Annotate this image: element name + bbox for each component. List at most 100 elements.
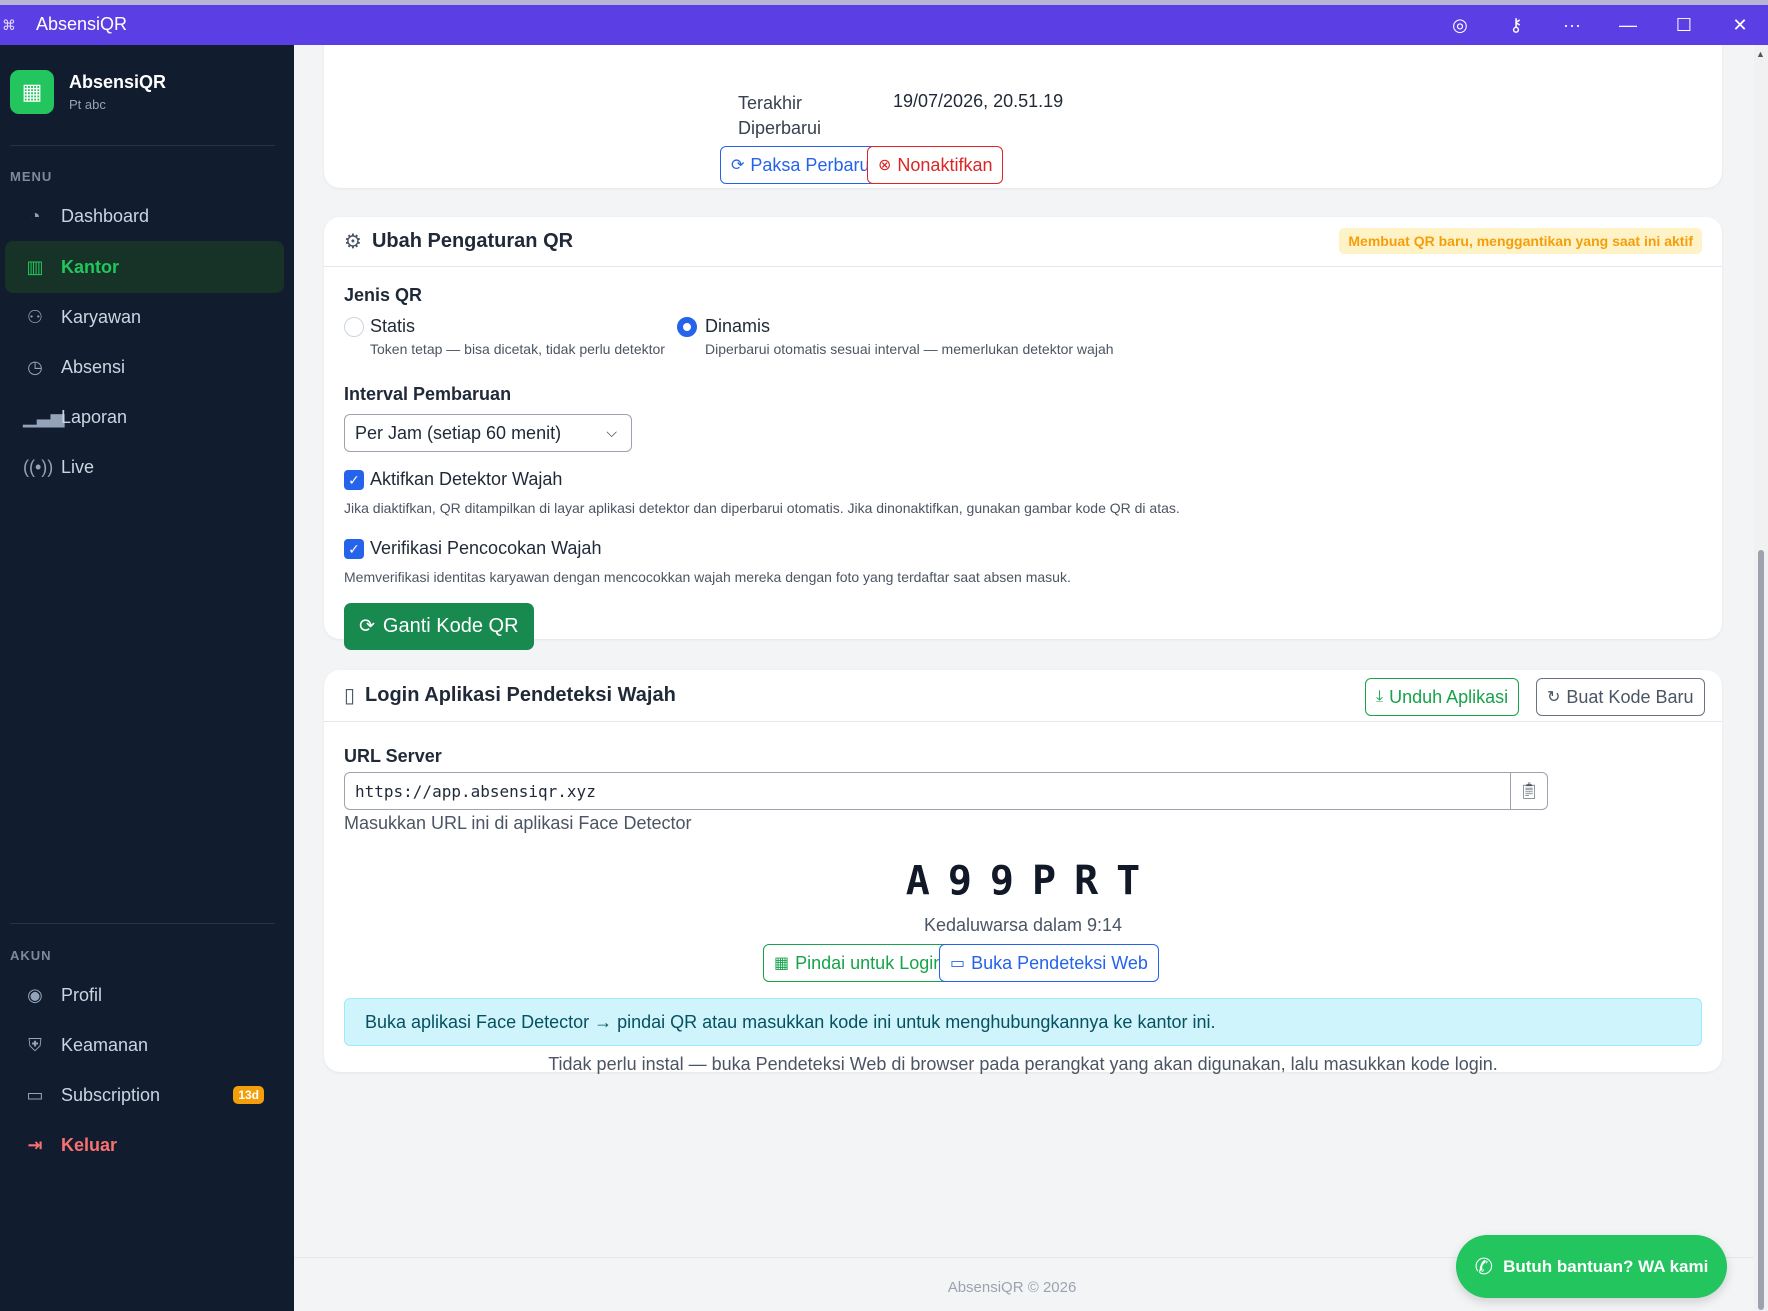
broadcast-icon: ((•)) xyxy=(23,456,54,477)
window-title: AbsensiQR xyxy=(36,14,128,34)
brand-name: AbsensiQR xyxy=(69,72,167,92)
sidebar-item-absensi[interactable]: ◷ Absensi xyxy=(5,341,284,393)
sidebar-item-kantor[interactable]: ▥ Kantor xyxy=(5,241,284,293)
brand: ▦ AbsensiQR Pt abc xyxy=(10,70,166,114)
url-server-input[interactable]: https://app.absensiqr.xyz xyxy=(344,772,1511,810)
detector-login-header: ▯ Login Aplikasi Pendeteksi Wajah ⤓ Undu… xyxy=(324,670,1722,722)
logout-icon: ⇥ xyxy=(27,1134,43,1155)
sidebar-item-label: Keamanan xyxy=(61,1034,149,1055)
sidebar-divider xyxy=(10,923,275,924)
sidebar-item-label: Laporan xyxy=(61,406,128,427)
app-logo-icon: ⌘ xyxy=(2,17,16,33)
maximize-icon[interactable]: ☐ xyxy=(1656,15,1712,36)
qr-settings-card: ⚙ Ubah Pengaturan QR Membuat QR baru, me… xyxy=(324,217,1722,650)
refresh-icon: ⟳ xyxy=(359,616,375,637)
change-qr-button[interactable]: ⟳ Ganti Kode QR xyxy=(344,603,534,650)
sidebar-item-keamanan[interactable]: ⛨ Keamanan xyxy=(5,1019,284,1071)
more-icon[interactable]: ··· xyxy=(1544,15,1600,36)
key-icon[interactable]: ⚷ xyxy=(1488,15,1544,36)
download-icon: ⤓ xyxy=(1376,688,1384,705)
clipboard-icon: 📋︎ xyxy=(1518,783,1540,800)
interval-label: Interval Pembaruan xyxy=(344,384,512,404)
copy-url-button[interactable]: 📋︎ xyxy=(1510,772,1548,810)
gauge-icon: ◔ xyxy=(29,205,41,226)
qr-type-dynamic-desc: Diperbarui otomatis sesuai interval — me… xyxy=(705,341,1114,357)
deactivate-button[interactable]: ⊗ Nonaktifkan xyxy=(867,146,1004,184)
menu-section-label: MENU xyxy=(10,169,53,184)
qr-code-icon: ▦ xyxy=(774,955,790,972)
whatsapp-icon: ✆ xyxy=(1474,1253,1494,1279)
sidebar-item-label: Karyawan xyxy=(61,306,142,327)
qr-settings-header: ⚙ Ubah Pengaturan QR Membuat QR baru, me… xyxy=(324,217,1722,267)
credit-card-icon: ▭ xyxy=(26,1084,44,1105)
close-icon[interactable]: ✕ xyxy=(1712,15,1768,36)
qr-logo-icon: ▦ xyxy=(10,70,54,114)
scroll-up-arrow-icon[interactable]: ▲ xyxy=(1756,49,1765,59)
sidebar-item-profil[interactable]: ◉ Profil xyxy=(5,969,284,1021)
detector-login-title: Login Aplikasi Pendeteksi Wajah xyxy=(365,684,676,706)
open-web-detector-button[interactable]: ▭ Buka Pendeteksi Web xyxy=(939,944,1159,982)
x-circle-icon: ⊗ xyxy=(878,157,892,174)
scrollbar-thumb[interactable] xyxy=(1758,550,1764,1310)
refresh-icon: ⟳ xyxy=(731,157,745,174)
building-icon: ▥ xyxy=(26,256,44,277)
login-code-expiry: Kedaluwarsa dalam 9:14 xyxy=(923,915,1123,935)
bar-chart-icon: ▁▃▅ xyxy=(23,406,65,427)
location-icon[interactable]: ◎ xyxy=(1432,15,1488,36)
scan-login-button[interactable]: ▦ Pindai untuk Login xyxy=(763,944,955,982)
face-detector-desc: Jika diaktifkan, QR ditampilkan di layar… xyxy=(344,500,1180,516)
minimize-icon[interactable]: — xyxy=(1600,15,1656,36)
qr-type-static-desc: Token tetap — bisa dicetak, tidak perlu … xyxy=(370,341,665,357)
gear-icon: ⚙ xyxy=(344,231,362,253)
face-match-desc: Memverifikasi identitas karyawan dengan … xyxy=(344,569,1071,585)
login-code: A99PRT xyxy=(905,858,1159,904)
window-titlebar: ⌘ AbsensiQR ◎ ⚷ ··· — ☐ ✕ xyxy=(0,0,1768,45)
detector-login-card: ▯ Login Aplikasi Pendeteksi Wajah ⤓ Undu… xyxy=(324,670,1722,1074)
main-scrollbar[interactable]: ▲ xyxy=(1754,45,1768,1311)
sidebar: ▦ AbsensiQR Pt abc MENU ◔ Dashboard ▥ Ka… xyxy=(0,45,294,1311)
sidebar-item-subscription[interactable]: ▭ Subscription 13d xyxy=(5,1069,284,1121)
force-refresh-button[interactable]: ⟳ Paksa Perbarui xyxy=(720,146,885,184)
shield-icon: ⛨ xyxy=(28,1034,42,1055)
whatsapp-help-button[interactable]: ✆ Butuh bantuan? WA kami xyxy=(1456,1235,1727,1298)
sidebar-divider xyxy=(10,145,275,146)
sidebar-item-dashboard[interactable]: ◔ Dashboard xyxy=(5,190,284,242)
sidebar-item-label: Dashboard xyxy=(61,205,150,226)
web-detector-note: Tidak perlu instal — buka Pendeteksi Web… xyxy=(548,1054,1498,1074)
sidebar-item-label: Kantor xyxy=(61,256,119,277)
new-code-button[interactable]: ↻ Buat Kode Baru xyxy=(1536,678,1705,716)
brand-company: Pt abc xyxy=(69,97,106,112)
sidebar-item-label: Subscription xyxy=(61,1084,161,1105)
download-app-button[interactable]: ⤓ Unduh Aplikasi xyxy=(1365,678,1520,716)
sidebar-item-label: Keluar xyxy=(61,1134,118,1155)
qr-type-static-label[interactable]: Statis xyxy=(370,316,415,337)
face-detector-checkbox[interactable]: ✓ xyxy=(344,470,364,490)
sidebar-item-label: Absensi xyxy=(61,356,126,377)
sidebar-item-live[interactable]: ((•)) Live xyxy=(5,441,284,493)
browser-window-icon: ▭ xyxy=(950,955,966,972)
sidebar-item-keluar[interactable]: ⇥ Keluar xyxy=(5,1119,284,1171)
face-match-label[interactable]: Verifikasi Pencocokan Wajah xyxy=(370,538,601,559)
qr-status-card: Terakhir Diperbarui 19/07/2026, 20.51.19… xyxy=(324,45,1722,188)
face-match-checkbox[interactable]: ✓ xyxy=(344,539,364,559)
user-circle-icon: ◉ xyxy=(27,984,43,1005)
main-content: Terakhir Diperbarui 19/07/2026, 20.51.19… xyxy=(294,45,1754,1311)
interval-select[interactable]: Per Jam (setiap 60 menit) ⌵ xyxy=(344,414,632,452)
phone-icon: ▯ xyxy=(344,685,356,707)
face-detector-label[interactable]: Aktifkan Detektor Wajah xyxy=(370,469,562,490)
qr-settings-title: Ubah Pengaturan QR xyxy=(371,230,574,252)
qr-type-dynamic-label[interactable]: Dinamis xyxy=(705,316,770,337)
qr-type-dynamic-radio[interactable] xyxy=(677,317,697,337)
chevron-down-icon: ⌵ xyxy=(606,424,617,440)
qr-type-static-radio[interactable] xyxy=(344,317,364,337)
sidebar-item-label: Live xyxy=(61,456,95,477)
users-icon: ⚇ xyxy=(26,306,44,327)
last-updated-label: Terakhir Diperbarui xyxy=(738,93,822,138)
refresh-icon: ↻ xyxy=(1547,689,1561,706)
clock-icon: ◷ xyxy=(27,356,43,377)
window-controls: ◎ ⚷ ··· — ☐ ✕ xyxy=(1432,5,1768,45)
sidebar-item-laporan[interactable]: ▁▃▅ Laporan xyxy=(5,391,284,443)
sidebar-item-karyawan[interactable]: ⚇ Karyawan xyxy=(5,291,284,343)
regenerate-warning-badge: Membuat QR baru, menggantikan yang saat … xyxy=(1339,228,1702,254)
sidebar-item-label: Profil xyxy=(61,984,103,1005)
